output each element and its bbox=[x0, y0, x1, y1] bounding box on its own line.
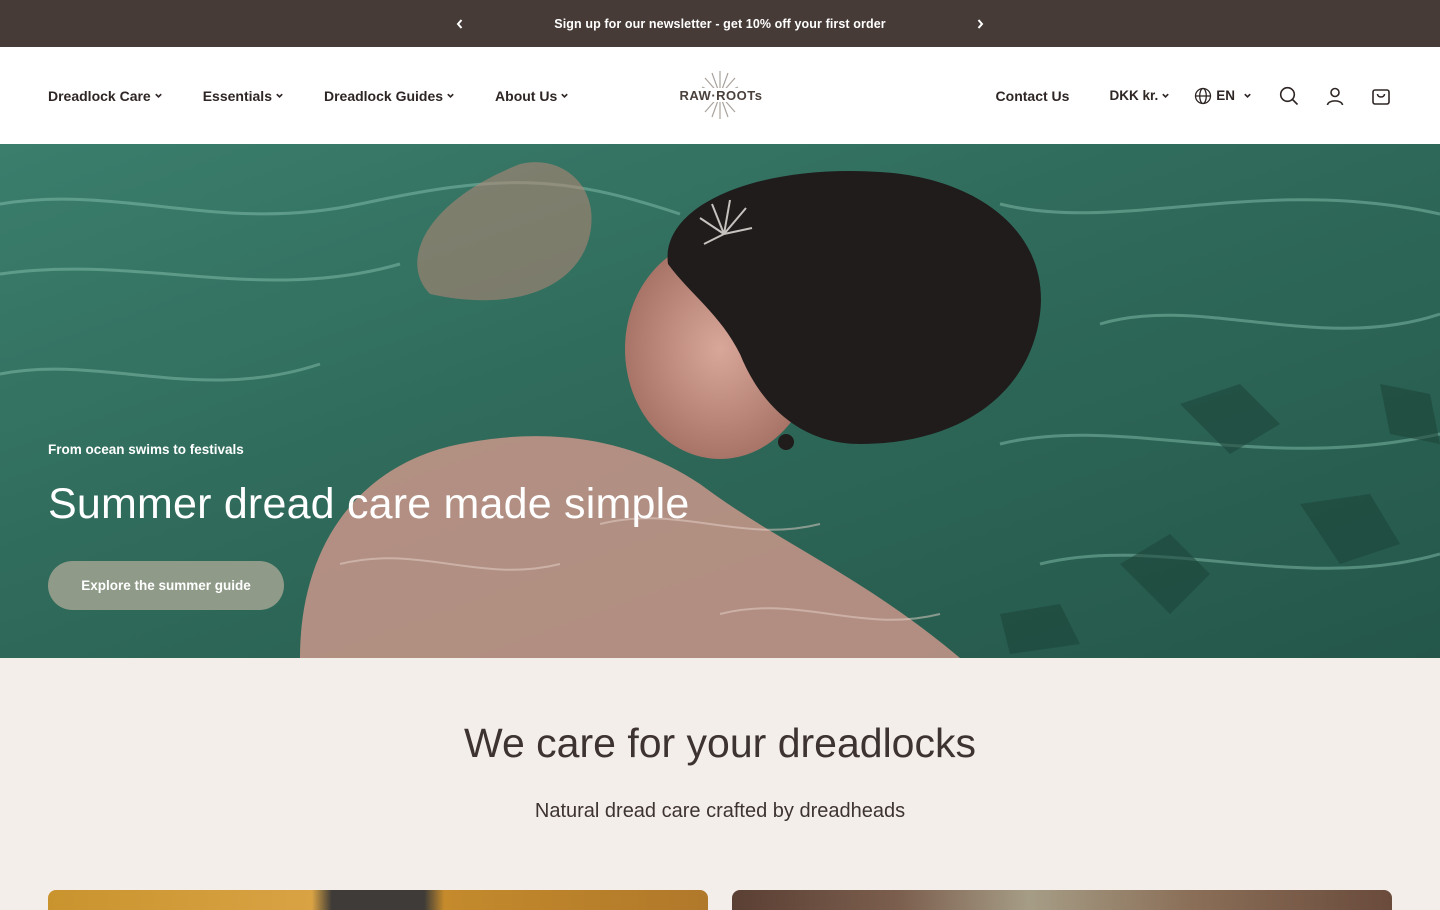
nav-item-about-us[interactable]: About Us bbox=[495, 88, 569, 104]
logo-text: RAW·ROOTs bbox=[680, 88, 763, 103]
section-title: We care for your dreadlocks bbox=[464, 720, 976, 766]
chevron-down-icon bbox=[560, 91, 569, 100]
intro-section: We care for your dreadlocks Natural drea… bbox=[0, 658, 1440, 910]
hero-banner: From ocean swims to festivals Summer dre… bbox=[0, 144, 1440, 658]
hero-headline: Summer dread care made simple bbox=[48, 480, 690, 528]
announcement-message[interactable]: Sign up for our newsletter - get 10% off… bbox=[510, 17, 930, 31]
nav-item-essentials[interactable]: Essentials bbox=[203, 88, 284, 104]
site-header: Dreadlock Care Essentials Dreadlock Guid… bbox=[0, 47, 1440, 144]
main-nav: Dreadlock Care Essentials Dreadlock Guid… bbox=[48, 88, 609, 104]
account-icon bbox=[1326, 87, 1344, 105]
cart-icon bbox=[1372, 88, 1390, 105]
contact-link[interactable]: Contact Us bbox=[996, 88, 1070, 104]
logo-mark: RAW·ROOTs bbox=[680, 71, 763, 119]
utility-nav: Contact Us DKK kr. EN bbox=[996, 47, 1392, 144]
search-icon bbox=[1279, 86, 1299, 105]
feature-card-image[interactable] bbox=[732, 890, 1392, 910]
cart-button[interactable] bbox=[1370, 85, 1392, 107]
globe-icon bbox=[1194, 87, 1212, 105]
language-selector[interactable]: EN bbox=[1194, 87, 1252, 105]
chevron-left-icon bbox=[456, 18, 463, 29]
nav-item-dreadlock-care[interactable]: Dreadlock Care bbox=[48, 88, 163, 104]
chevron-down-icon bbox=[275, 91, 284, 100]
announcement-next-button[interactable] bbox=[970, 14, 990, 34]
announcement-bar: Sign up for our newsletter - get 10% off… bbox=[0, 0, 1440, 47]
search-button[interactable] bbox=[1278, 85, 1300, 107]
language-label: EN bbox=[1216, 88, 1235, 103]
chevron-down-icon bbox=[154, 91, 163, 100]
currency-label: DKK kr. bbox=[1109, 88, 1159, 103]
hero-kicker: From ocean swims to festivals bbox=[48, 442, 244, 457]
site-logo[interactable]: RAW·ROOTs bbox=[658, 69, 784, 121]
nav-item-label: Essentials bbox=[202, 87, 272, 104]
chevron-down-icon bbox=[446, 91, 455, 100]
feature-card-image[interactable] bbox=[48, 890, 708, 910]
chevron-down-icon bbox=[1243, 91, 1252, 100]
announcement-prev-button[interactable] bbox=[450, 14, 470, 34]
nav-item-label: About Us bbox=[495, 87, 558, 104]
currency-selector[interactable]: DKK kr. bbox=[1109, 88, 1170, 103]
explore-summer-guide-button[interactable]: Explore the summer guide bbox=[48, 561, 284, 610]
section-subtitle: Natural dread care crafted by dreadheads bbox=[534, 800, 906, 822]
chevron-down-icon bbox=[1161, 91, 1170, 100]
account-button[interactable] bbox=[1324, 85, 1346, 107]
nav-item-dreadlock-guides[interactable]: Dreadlock Guides bbox=[324, 88, 455, 104]
nav-item-label: Dreadlock Guides bbox=[323, 87, 444, 104]
chevron-right-icon bbox=[977, 18, 984, 29]
nav-item-label: Dreadlock Care bbox=[48, 87, 151, 104]
